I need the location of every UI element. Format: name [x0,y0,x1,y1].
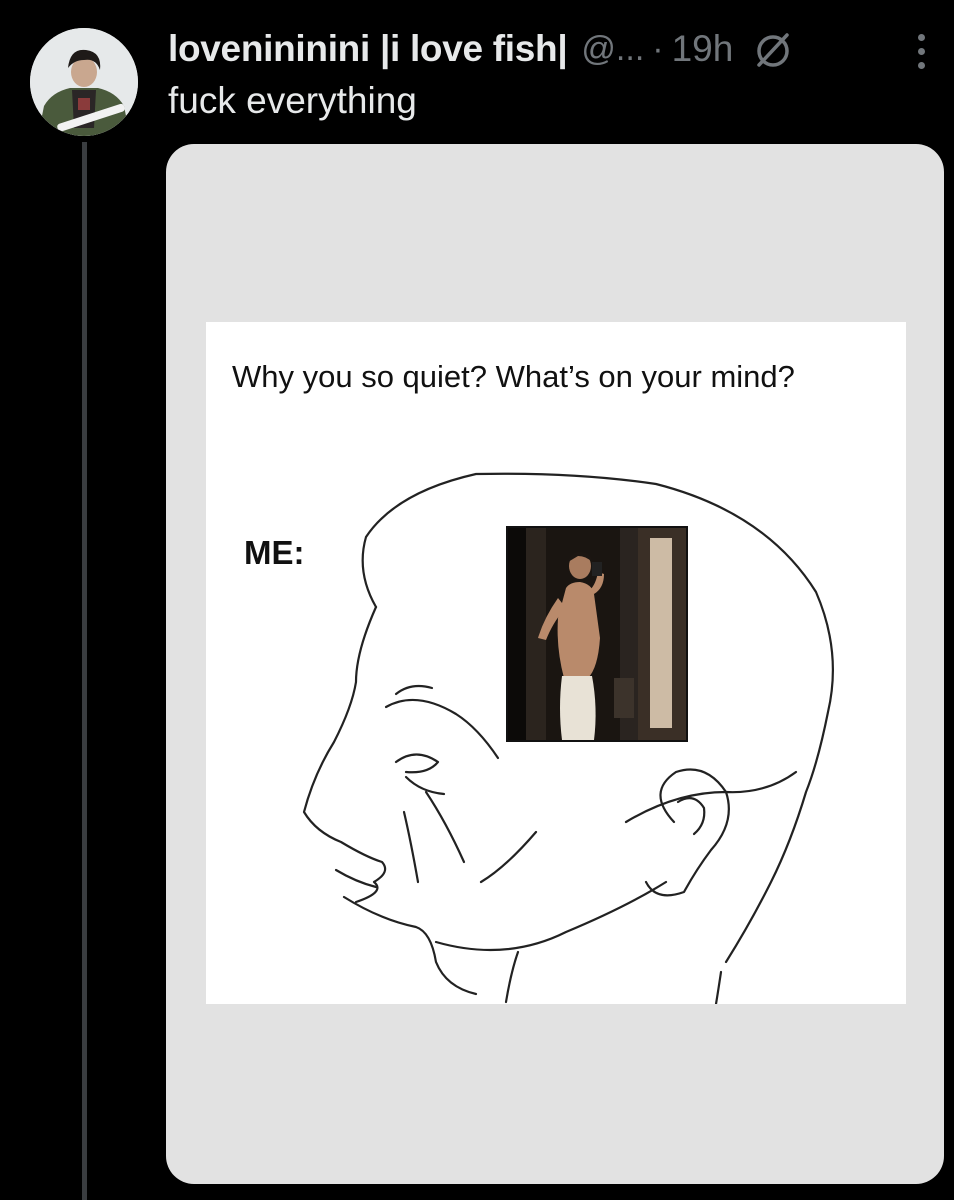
thread-line [82,142,87,1200]
mirror-selfie-photo [506,526,688,742]
post-text: fuck everything [168,80,417,121]
display-name[interactable]: lovenininini |i love fish| [168,28,568,70]
me-label: ME: [244,534,305,571]
handle[interactable]: @... [581,30,644,69]
avatar-photo [30,28,138,136]
separator: · [652,29,664,68]
circle-slash-icon [751,27,795,71]
media-card[interactable]: Why you so quiet? What’s on your mind? M… [166,144,944,1184]
timestamp[interactable]: 19h [672,28,734,70]
meme-image: Why you so quiet? What’s on your mind? M… [206,322,906,1004]
avatar[interactable] [30,28,138,136]
post-header: lovenininini |i love fish| @... · 19h [168,24,954,74]
meme-caption: Why you so quiet? What’s on your mind? [232,359,795,394]
more-vertical-icon[interactable] [906,26,936,76]
